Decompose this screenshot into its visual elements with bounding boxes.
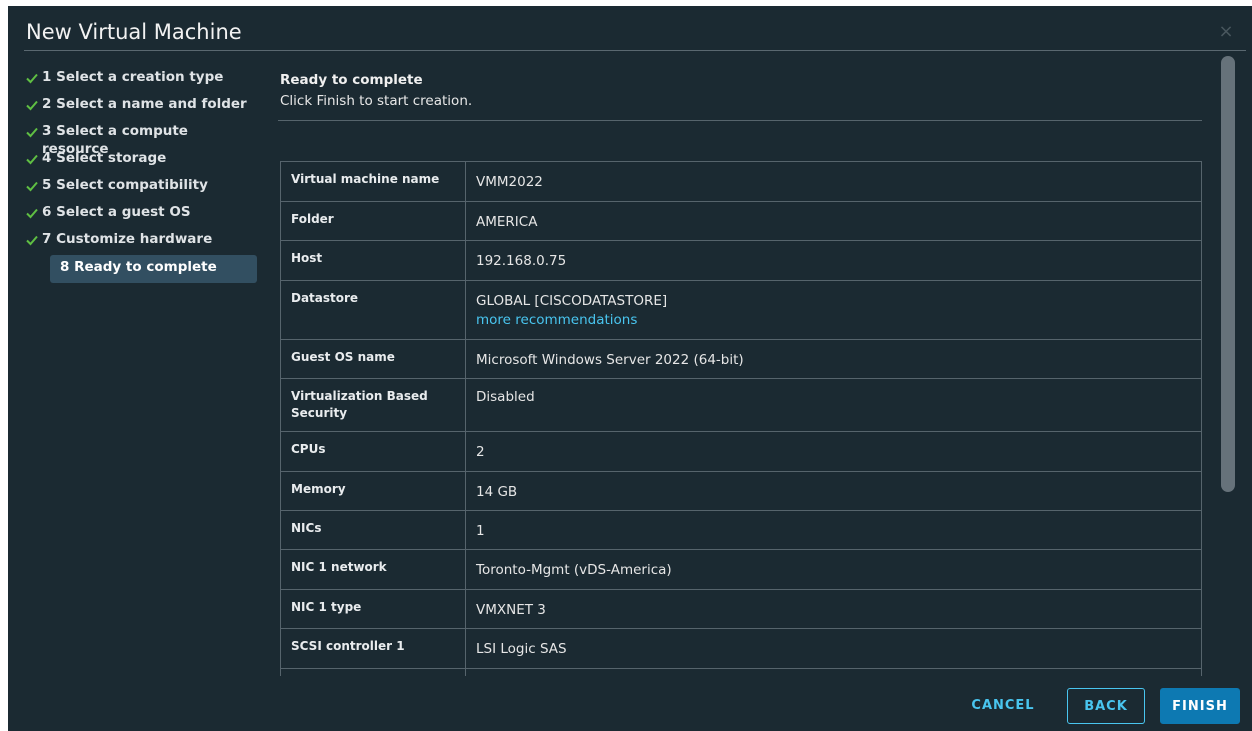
table-row: SCSI controller 1 LSI Logic SAS: [280, 628, 1202, 669]
table-row: Datastore GLOBAL [CISCODATASTORE] more r…: [280, 280, 1202, 340]
row-value: Toronto-Mgmt (vDS-America): [465, 549, 1202, 590]
row-value: [465, 668, 1202, 676]
more-recommendations-link[interactable]: more recommendations: [476, 311, 1191, 330]
table-row: Virtual machine name VMM2022: [280, 161, 1202, 202]
row-value: GLOBAL [CISCODATASTORE] more recommendat…: [465, 280, 1202, 340]
row-key: NIC 1 network: [280, 549, 466, 590]
wizard-steps: 1 Select a creation type 2 Select a name…: [24, 66, 258, 283]
checkmark-icon: [26, 73, 38, 84]
row-value: Microsoft Windows Server 2022 (64-bit): [465, 339, 1202, 379]
row-value: 192.168.0.75: [465, 240, 1202, 281]
summary-table: Virtual machine name VMM2022 Folder AMER…: [280, 161, 1202, 676]
table-row: Host 192.168.0.75: [280, 240, 1202, 281]
table-row: [280, 668, 1202, 676]
table-row: Virtualization Based Security Disabled: [280, 378, 1202, 432]
step-label: 8 Ready to complete: [60, 259, 217, 275]
finish-button[interactable]: FINISH: [1160, 688, 1240, 724]
checkmark-icon: [26, 208, 38, 219]
title-divider: [24, 50, 1246, 51]
row-key: Folder: [280, 201, 466, 241]
checkmark-icon: [26, 181, 38, 192]
row-key: NIC 1 type: [280, 589, 466, 629]
table-row: Guest OS name Microsoft Windows Server 2…: [280, 339, 1202, 379]
checkmark-icon: [26, 127, 38, 138]
row-value: VMXNET 3: [465, 589, 1202, 629]
row-key: Guest OS name: [280, 339, 466, 379]
back-button[interactable]: BACK: [1067, 688, 1145, 724]
dialog-title: New Virtual Machine: [26, 20, 242, 44]
table-row: NIC 1 network Toronto-Mgmt (vDS-America): [280, 549, 1202, 590]
step-4[interactable]: 4 Select storage: [24, 147, 258, 174]
step-8-current[interactable]: 8 Ready to complete: [50, 255, 257, 283]
close-icon[interactable]: ×: [1216, 22, 1236, 42]
step-5[interactable]: 5 Select compatibility: [24, 174, 258, 201]
page-subtitle: Click Finish to start creation.: [280, 93, 473, 109]
table-row: Folder AMERICA: [280, 201, 1202, 241]
row-key: CPUs: [280, 431, 466, 472]
step-2[interactable]: 2 Select a name and folder: [24, 93, 258, 120]
row-key: NICs: [280, 510, 466, 550]
checkmark-icon: [26, 154, 38, 165]
step-3[interactable]: 3 Select a compute resource: [24, 120, 258, 157]
checkmark-icon: [26, 100, 38, 111]
new-vm-dialog: New Virtual Machine × 1 Select a creatio…: [8, 6, 1252, 731]
ready-to-complete-panel: Ready to complete Click Finish to start …: [278, 72, 1202, 676]
row-value: AMERICA: [465, 201, 1202, 241]
step-label: 2 Select a name and folder: [42, 96, 247, 112]
row-value: Disabled: [465, 378, 1202, 432]
step-label: 7 Customize hardware: [42, 231, 213, 247]
table-row: CPUs 2: [280, 431, 1202, 472]
checkmark-icon: [26, 235, 38, 246]
step-label: 1 Select a creation type: [42, 69, 224, 85]
scrollbar-thumb[interactable]: [1221, 56, 1235, 492]
row-key: Virtualization Based Security: [280, 378, 466, 432]
datastore-value: GLOBAL [CISCODATASTORE]: [476, 293, 668, 309]
row-value: 1: [465, 510, 1202, 550]
step-6[interactable]: 6 Select a guest OS: [24, 201, 258, 228]
cancel-button[interactable]: CANCEL: [963, 688, 1043, 724]
step-label: 4 Select storage: [42, 150, 167, 166]
step-7[interactable]: 7 Customize hardware: [24, 228, 258, 255]
step-label: 6 Select a guest OS: [42, 204, 191, 220]
content-divider: [278, 120, 1202, 121]
table-row: NICs 1: [280, 510, 1202, 550]
step-label: 5 Select compatibility: [42, 177, 208, 193]
row-key: SCSI controller 1: [280, 628, 466, 669]
step-1[interactable]: 1 Select a creation type: [24, 66, 258, 93]
row-key: Memory: [280, 471, 466, 511]
row-key: Virtual machine name: [280, 161, 466, 202]
row-value: VMM2022: [465, 161, 1202, 202]
page-title: Ready to complete: [280, 72, 423, 88]
table-row: NIC 1 type VMXNET 3: [280, 589, 1202, 629]
row-key: Host: [280, 240, 466, 281]
row-key: Datastore: [280, 280, 466, 340]
row-value: 14 GB: [465, 471, 1202, 511]
row-key: [280, 668, 466, 676]
row-value: LSI Logic SAS: [465, 628, 1202, 669]
table-row: Memory 14 GB: [280, 471, 1202, 511]
row-value: 2: [465, 431, 1202, 472]
